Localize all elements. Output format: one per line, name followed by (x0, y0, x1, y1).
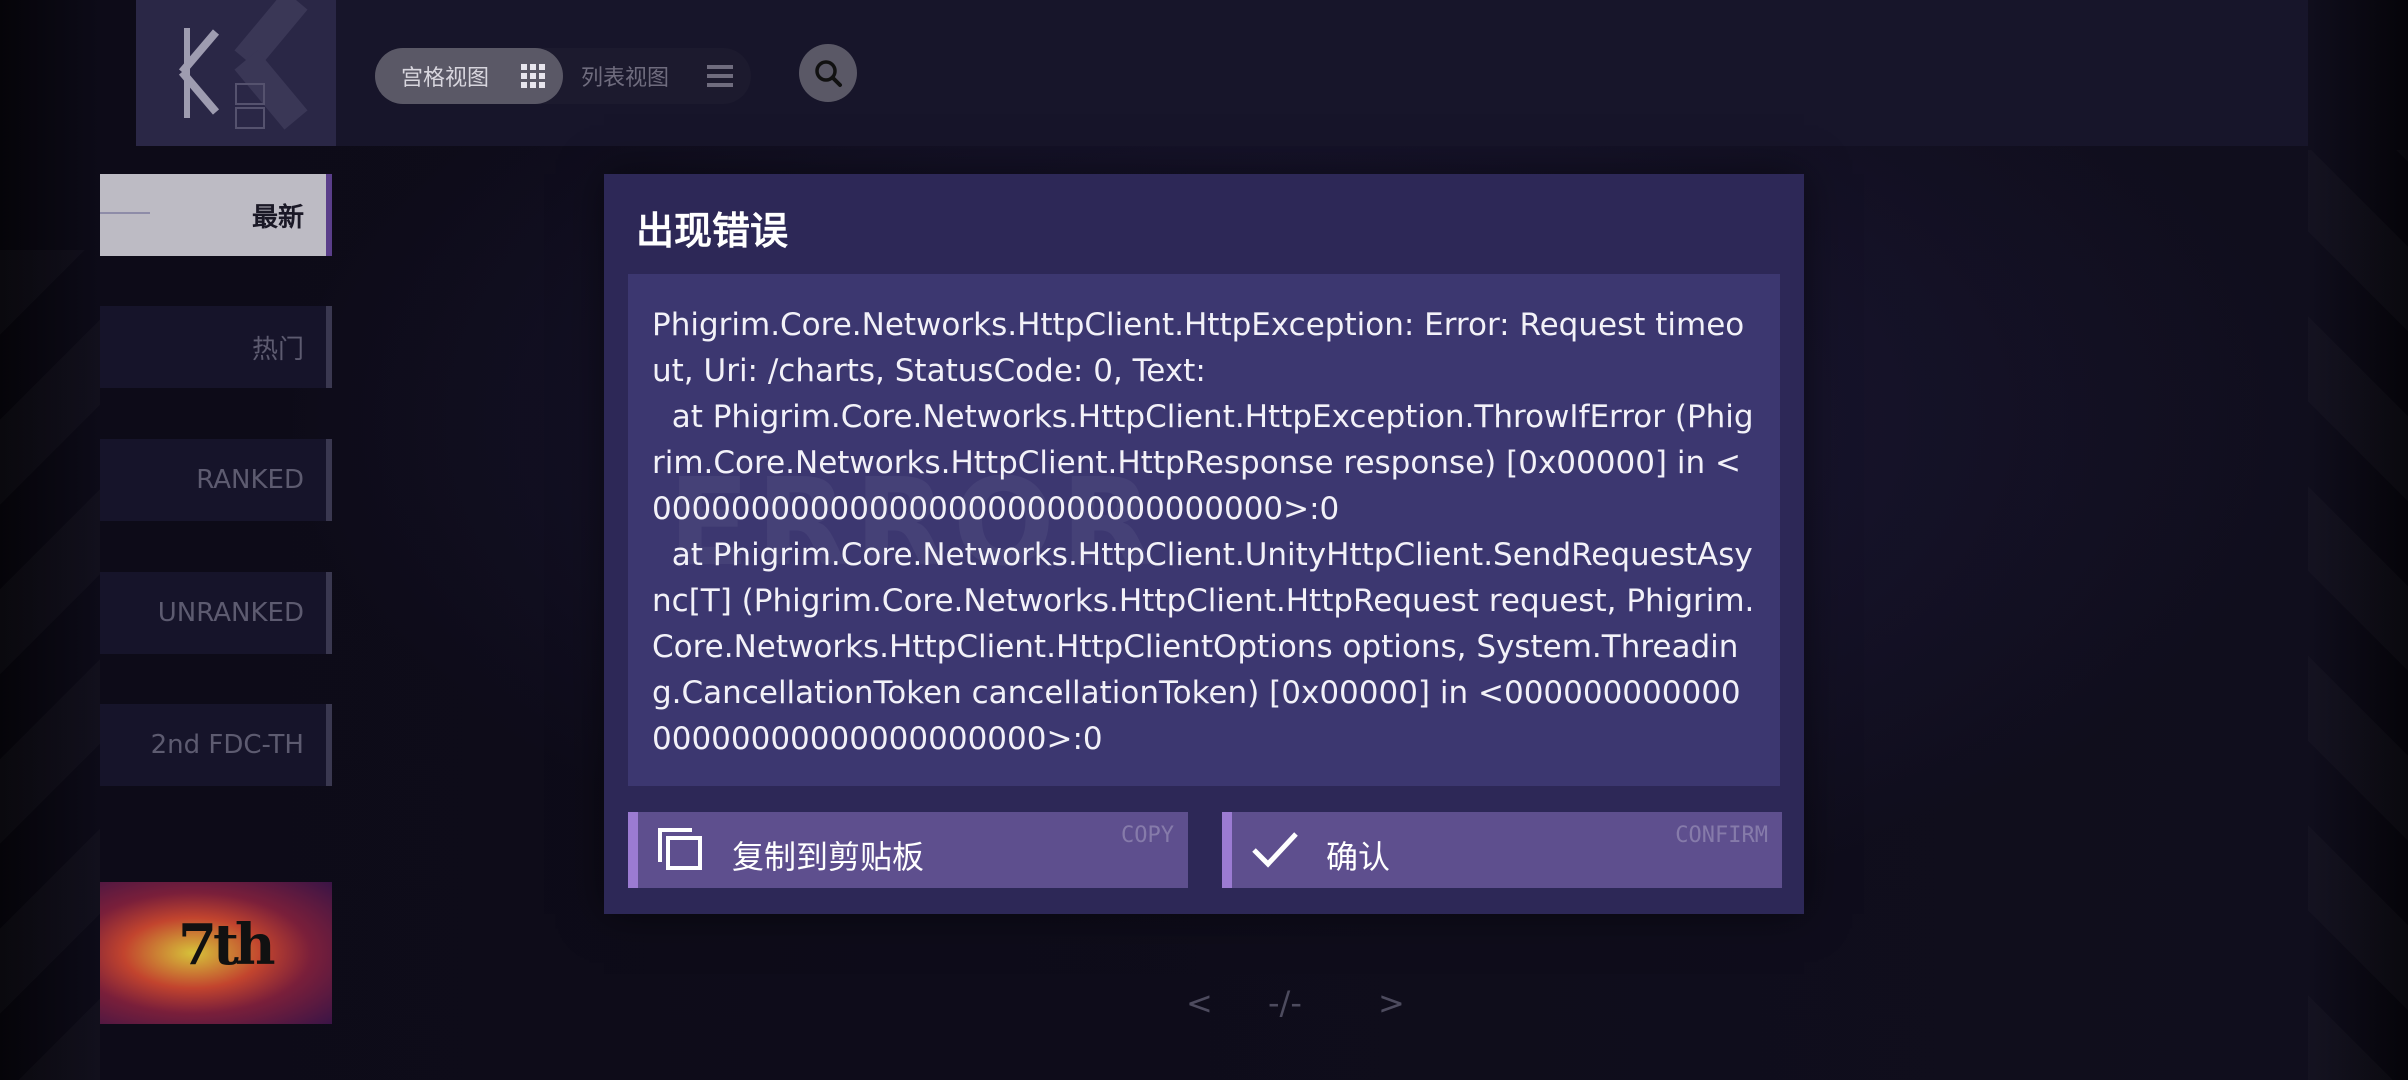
list-view-button[interactable]: 列表视图 (563, 48, 751, 104)
sidebar-item-label: 2nd FDC-TH (150, 730, 304, 760)
thumbnail-label: 7th (178, 912, 276, 978)
sidebar-item-ranked[interactable]: RANKED (100, 439, 332, 521)
background-pattern-left (0, 250, 100, 1080)
sidebar-item-label: RANKED (196, 465, 304, 495)
confirm-button-deco: CONFIRM (1675, 823, 1768, 848)
error-dialog: 出现错误 ERROR Phigrim.Core.Networks.HttpCli… (604, 174, 1804, 914)
next-page-button[interactable]: > (1378, 984, 1405, 1022)
list-icon (707, 65, 733, 87)
error-message: Phigrim.Core.Networks.HttpClient.HttpExc… (652, 307, 1755, 757)
background-pattern-right (2308, 150, 2408, 1080)
grid-icon (521, 64, 545, 88)
grid-view-button[interactable]: 宫格视图 (375, 48, 563, 104)
copy-to-clipboard-button[interactable]: 复制到剪贴板 COPY (628, 812, 1188, 888)
error-message-box[interactable]: ERROR Phigrim.Core.Networks.HttpClient.H… (628, 274, 1780, 786)
check-icon (1252, 832, 1298, 868)
event-thumbnail[interactable]: 7th (100, 882, 332, 1024)
copy-button-deco: COPY (1121, 823, 1174, 848)
view-toggle: 宫格视图 列表视图 (375, 48, 751, 104)
dialog-title: 出现错误 (636, 209, 789, 253)
grid-view-label: 宫格视图 (401, 66, 490, 91)
prev-page-button[interactable]: < (1186, 984, 1213, 1022)
search-button[interactable] (799, 44, 857, 102)
sidebar-item-label: 热门 (251, 334, 304, 365)
sidebar-item-latest[interactable]: 最新 (100, 174, 332, 256)
confirm-button-label: 确认 (1326, 838, 1391, 876)
confirm-button[interactable]: 确认 CONFIRM (1222, 812, 1782, 888)
sidebar-item-2nd-fdc-th[interactable]: 2nd FDC-TH (100, 704, 332, 786)
search-icon (815, 60, 842, 87)
copy-icon (658, 828, 702, 870)
sidebar-item-label: 最新 (251, 202, 304, 233)
back-arrow-icon (178, 0, 308, 130)
list-view-label: 列表视图 (581, 66, 670, 91)
back-button[interactable] (136, 0, 336, 146)
sidebar-item-unranked[interactable]: UNRANKED (100, 572, 332, 654)
sidebar-item-popular[interactable]: 热门 (100, 306, 332, 388)
sidebar-item-label: UNRANKED (157, 598, 304, 628)
copy-button-label: 复制到剪贴板 (732, 838, 925, 876)
page-indicator: -/- (1268, 984, 1302, 1022)
